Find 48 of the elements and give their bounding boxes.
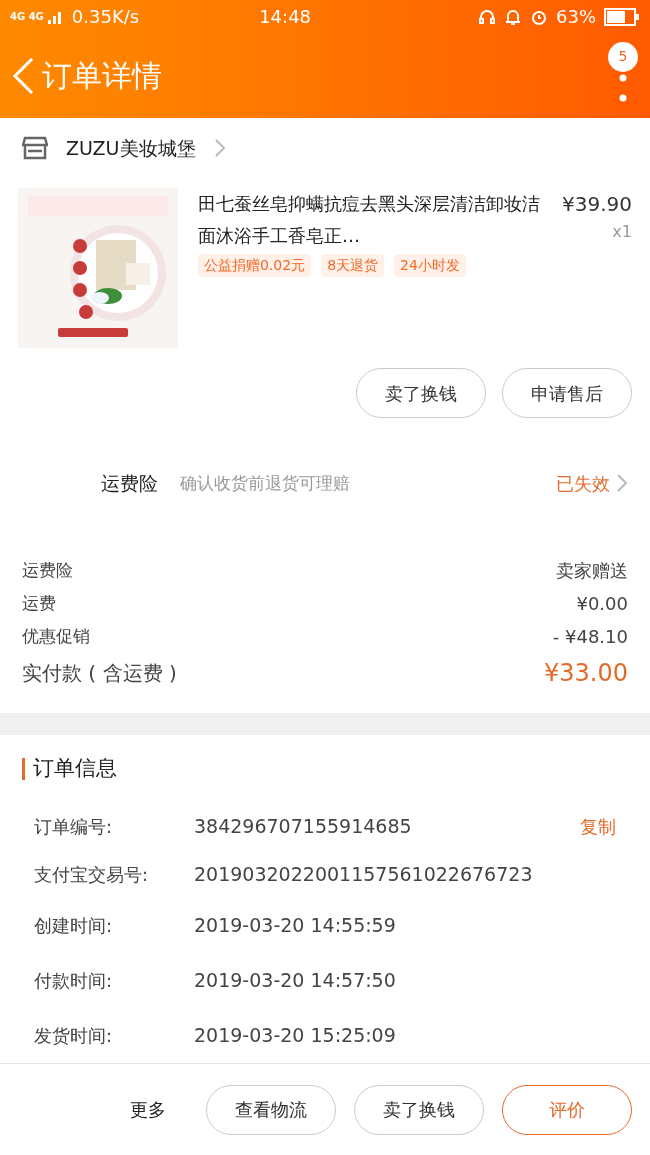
signal-icon xyxy=(47,9,64,24)
headset-icon xyxy=(478,7,496,26)
product-price: ¥39.90 xyxy=(562,191,632,218)
info-value: 384296707155914685 xyxy=(194,813,412,839)
product-tag: 公益捐赠0.02元 xyxy=(198,254,312,277)
battery-icon xyxy=(604,7,640,26)
network-indicator: 4G 4G xyxy=(10,10,44,24)
summary-label: 运费 xyxy=(22,591,56,615)
page-title: 订单详情 xyxy=(42,57,162,95)
info-label: 支付宝交易号: xyxy=(34,862,150,887)
bell-icon xyxy=(504,7,522,26)
action-button[interactable]: 卖了换钱 xyxy=(356,368,486,418)
info-label: 订单编号: xyxy=(34,814,114,839)
summary-value: ¥0.00 xyxy=(576,592,628,616)
shop-icon xyxy=(22,136,48,160)
product-quantity: x1 xyxy=(612,221,632,243)
battery-percent: 63% xyxy=(556,5,596,29)
summary-label: 优惠促销 xyxy=(22,624,90,648)
product-tag: 8天退货 xyxy=(321,254,385,277)
clock: 14:48 xyxy=(259,5,312,29)
footer-button[interactable]: 查看物流 xyxy=(206,1084,336,1135)
message-badge: 5 xyxy=(608,41,638,72)
info-label: 创建时间: xyxy=(34,914,114,938)
product-title[interactable]: 田七蚕丝皂抑螨抗痘去黑头深层清洁卸妆洁面沐浴手工香皂正… xyxy=(198,188,550,252)
more-icon[interactable] xyxy=(619,73,627,104)
insurance-description: 确认收货前退货可理赔 xyxy=(180,472,351,495)
action-button[interactable]: 申请售后 xyxy=(502,368,632,418)
summary-value: 卖家赠送 xyxy=(556,559,628,583)
section-title: 订单信息 xyxy=(33,754,117,782)
summary-label: 运费险 xyxy=(22,558,73,582)
info-value: 2019032022001157561022676723 xyxy=(194,861,533,887)
network-speed: 0.35K/s xyxy=(71,5,140,29)
info-label: 付款时间: xyxy=(34,969,114,993)
chevron-right-icon xyxy=(616,473,628,493)
summary-value: - ¥48.10 xyxy=(552,625,628,649)
back-icon[interactable] xyxy=(12,56,34,95)
chevron-right-icon xyxy=(213,138,226,158)
info-value: 2019-03-20 14:55:59 xyxy=(194,913,396,939)
summary-label: 实付款 ( 含运费 ) xyxy=(22,660,177,687)
info-value: 2019-03-20 15:25:09 xyxy=(194,1023,396,1049)
summary-value: ¥33.00 xyxy=(544,658,628,689)
info-value: 2019-03-20 14:57:50 xyxy=(194,968,396,994)
shop-name[interactable]: ZUZU美妆城堡 xyxy=(66,133,196,163)
more-link[interactable]: 更多 xyxy=(130,1096,166,1123)
info-label: 发货时间: xyxy=(34,1024,114,1048)
insurance-label: 运费险 xyxy=(100,470,159,496)
footer-button[interactable]: 卖了换钱 xyxy=(354,1084,484,1135)
product-tag: 24小时发 xyxy=(394,254,466,277)
